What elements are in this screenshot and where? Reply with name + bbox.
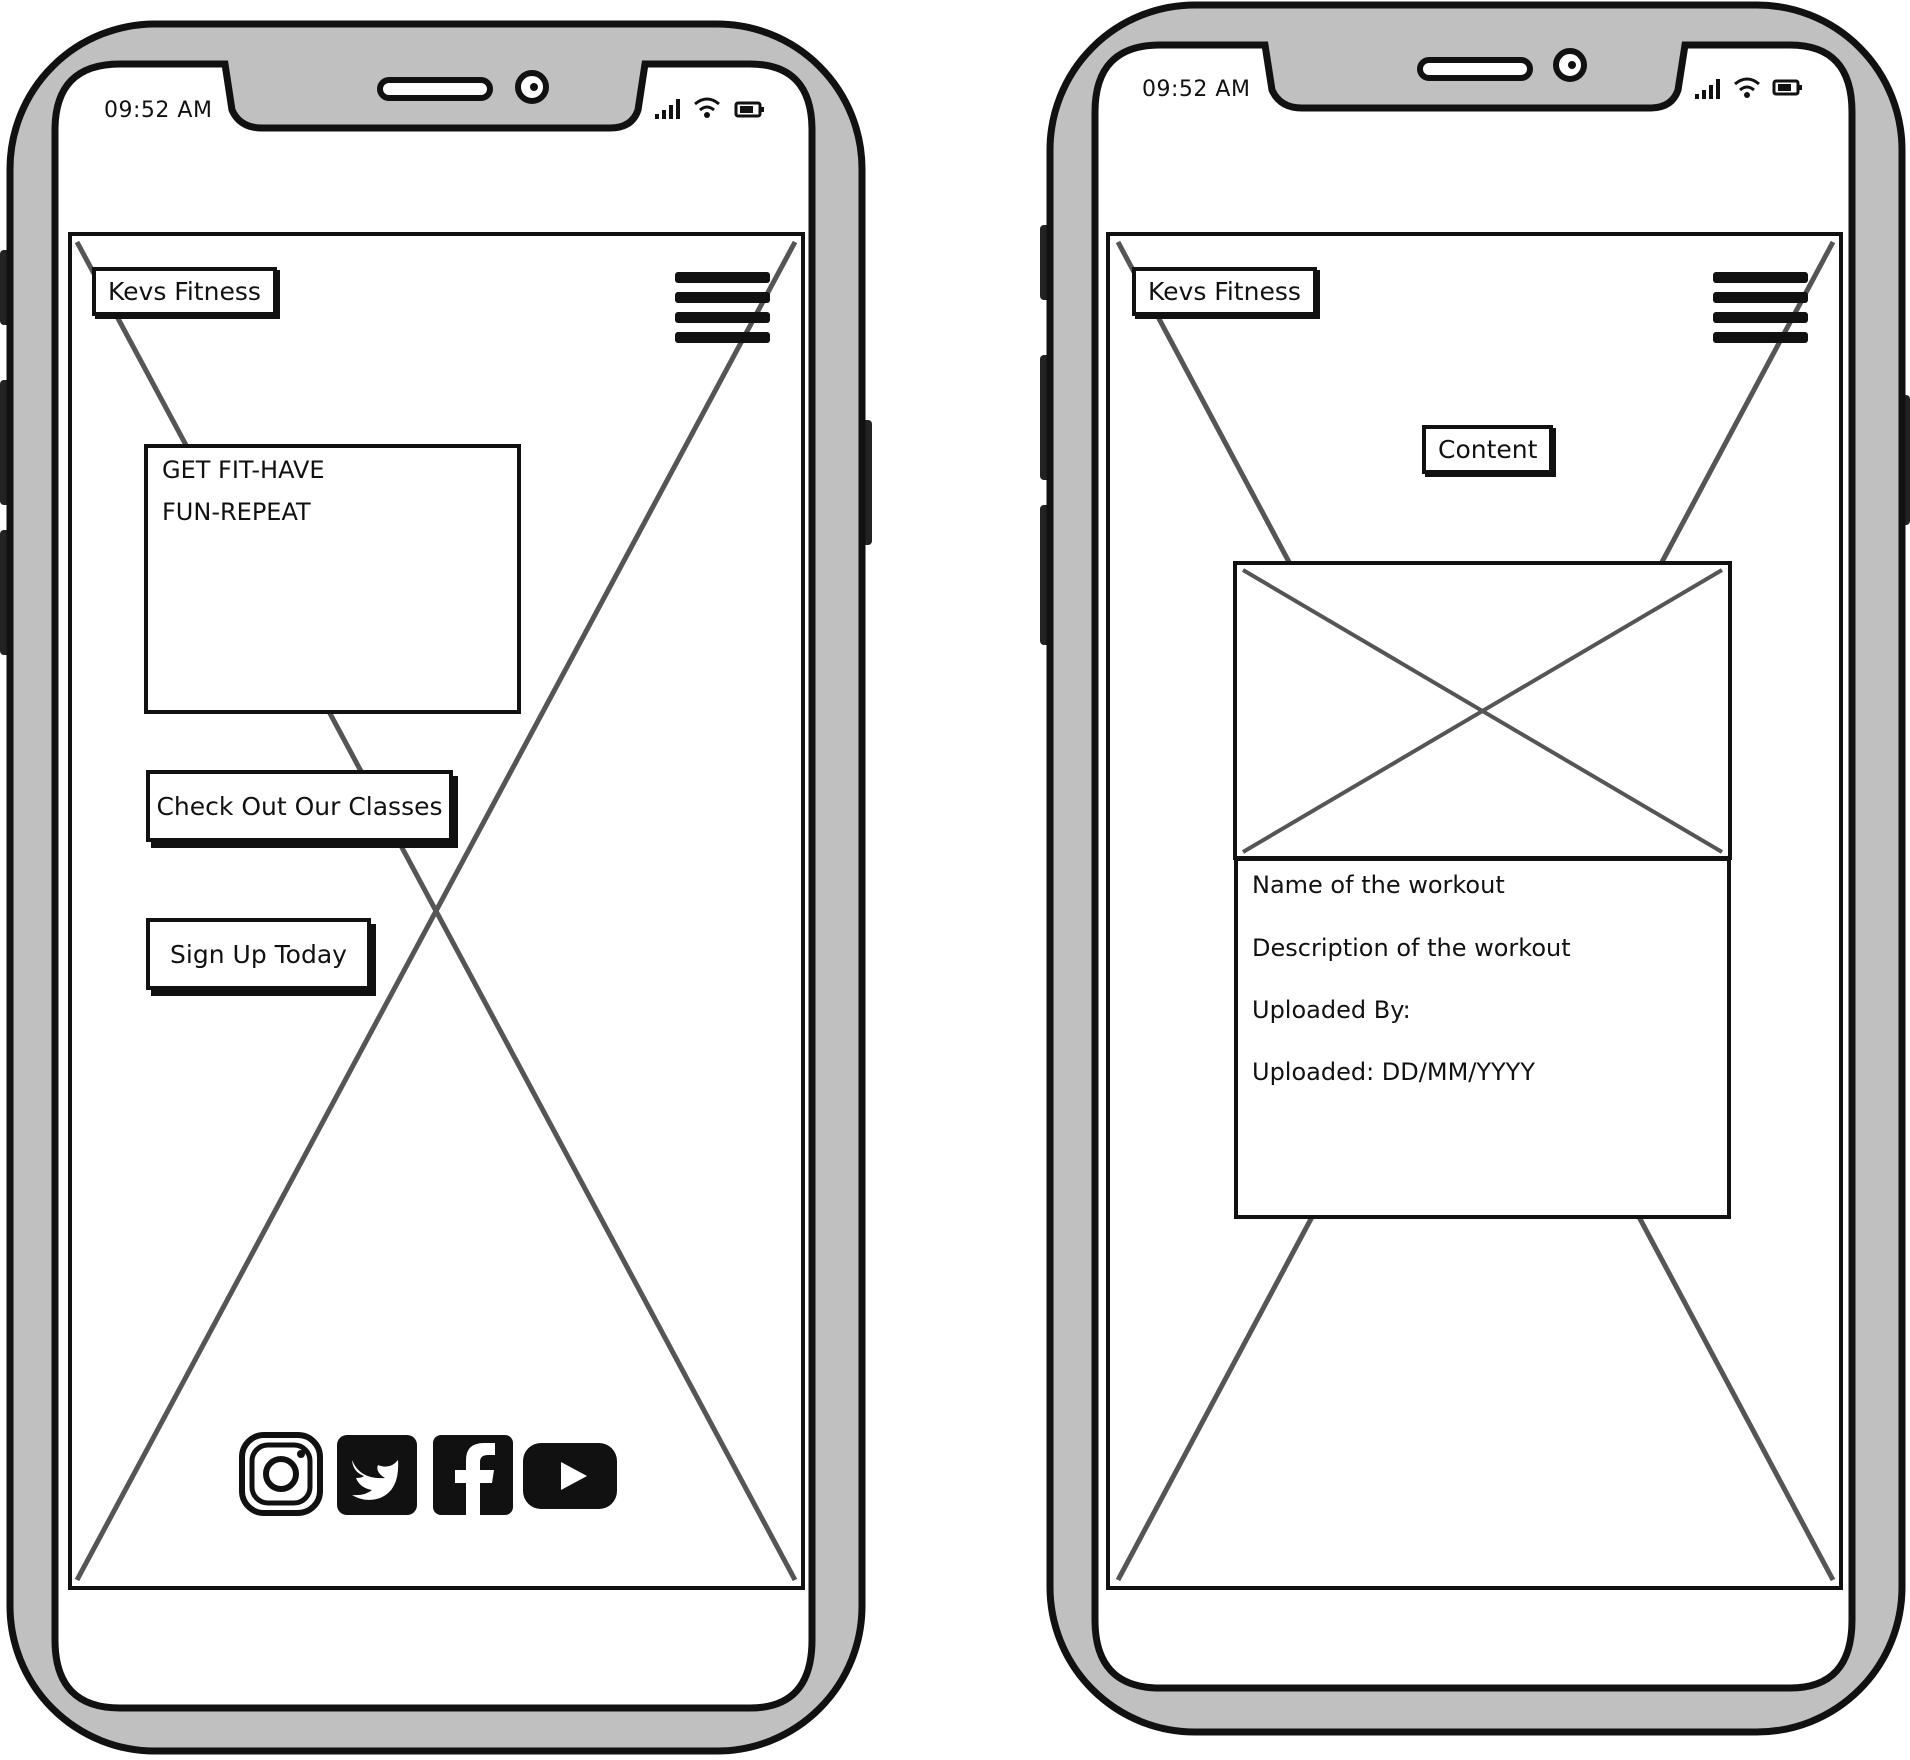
twitter-icon[interactable]	[337, 1435, 417, 1515]
instagram-icon[interactable]	[239, 1432, 323, 1516]
facebook-icon[interactable]	[433, 1435, 513, 1515]
left-brand-logo[interactable]: Kevs Fitness	[92, 267, 277, 316]
hero-line-1: GET FIT-HAVE	[162, 456, 325, 484]
workout-name: Name of the workout	[1252, 871, 1505, 899]
content-heading: Content	[1422, 425, 1554, 474]
workout-image-placeholder	[1233, 561, 1732, 860]
left-status-time: 09:52 AM	[104, 98, 213, 123]
hero-text-box: GET FIT-HAVE FUN-REPEAT	[144, 444, 521, 714]
workout-uploaded-date: Uploaded: DD/MM/YYYY	[1252, 1058, 1535, 1086]
youtube-icon[interactable]	[523, 1443, 617, 1509]
hero-line-2: FUN-REPEAT	[162, 498, 311, 526]
right-brand-logo[interactable]: Kevs Fitness	[1132, 267, 1317, 316]
workout-description: Description of the workout	[1252, 934, 1571, 962]
right-status-time: 09:52 AM	[1142, 77, 1251, 102]
sign-up-button[interactable]: Sign Up Today	[146, 918, 371, 990]
workout-uploaded-by: Uploaded By:	[1252, 996, 1411, 1024]
wireframe-canvas: 09:52 AM Kevs Fitness GET FIT-HAVE FUN-R…	[0, 0, 1910, 1756]
check-classes-button[interactable]: Check Out Our Classes	[146, 770, 453, 842]
workout-card: Name of the workout Description of the w…	[1234, 857, 1731, 1219]
